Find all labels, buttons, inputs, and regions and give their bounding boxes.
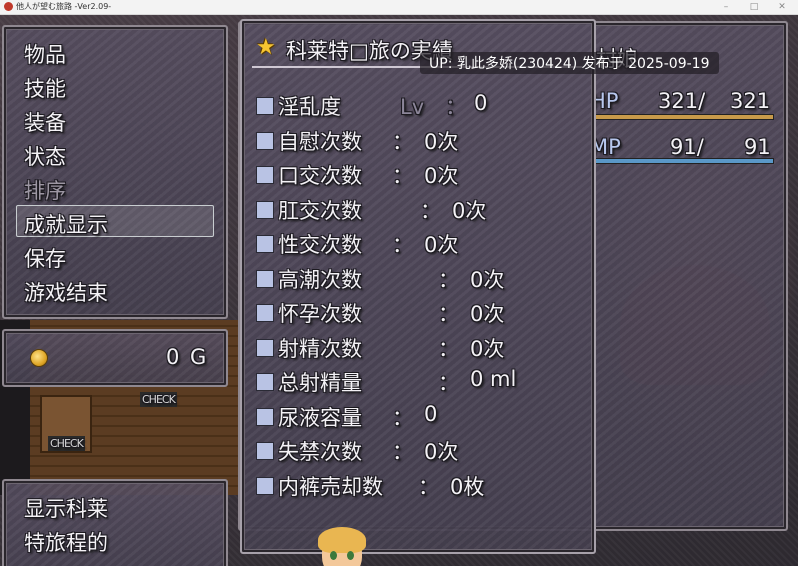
achievement-value: 0枚 [450,474,485,499]
achievement-bullet-icon [256,269,274,288]
achievement-label: 肛交次数 [278,198,362,223]
hp-current: 321/ [658,89,706,113]
achievement-bullet-icon [256,166,274,184]
menu-item-status[interactable]: 状态 [24,141,66,171]
achievement-bullet-icon [256,235,274,253]
mp-current: 91/ [670,135,704,159]
achievement-separator: ： [392,405,413,430]
achievement-label: 怀孕次数 [278,302,362,326]
mp-max: 91 [744,135,771,159]
achievement-label: 内裤売却数 [278,474,383,499]
achievement-bullet-icon [256,407,274,426]
achievement-label: 自慰次数 [278,129,362,154]
achievement-bullet-icon [256,442,274,460]
hp-gauge [592,114,774,120]
achievement-value: 0次 [452,198,487,223]
menu-item-game-end[interactable]: 游戏结束 [24,277,108,307]
achievement-bullet-icon [256,200,274,219]
achievement-label: 淫乱度 [278,95,341,119]
achievement-separator: ： [438,267,459,292]
achievement-value: 0次 [470,336,505,361]
achievements-window: ★ 科莱特□旅の実績 淫乱度 Lv ： 0 自慰次数： 0次 口交次数： 0次 肛交次数： 0次… [240,19,596,554]
gold-unit: G [190,345,207,369]
character-face [318,527,366,566]
achievement-bullet-icon [256,304,274,322]
achievement-separator: ： [438,336,459,361]
menu-item-equip[interactable]: 装备 [24,107,66,137]
achievement-separator: ： [438,302,459,326]
achievement-value: 0次 [424,164,459,188]
help-line: 特旅程的 [24,531,108,555]
achievement-separator: ： [392,129,413,154]
achievement-value: 0次 [424,129,459,154]
map-check-mark: CHECK [48,436,85,451]
achievement-value: 0次 [424,233,459,257]
menu-item-save[interactable]: 保存 [24,243,66,273]
star-icon: ★ [256,35,276,60]
achievement-bullet-icon [256,97,274,115]
window-titlebar: 他人が望む旅路 -Ver2.09- – □ ✕ [0,0,798,15]
menu-item-sort: 排序 [24,179,66,203]
window-title: 他人が望む旅路 -Ver2.09- [16,2,112,11]
achievement-separator: Lv ： [400,95,467,119]
achievement-bullet-icon [256,476,274,495]
menu-item-achievements[interactable]: 成就显示 [24,209,108,239]
achievement-label: 口交次数 [278,164,362,188]
achievement-value: 0 [424,401,438,426]
help-line: 显示科莱 [24,497,108,521]
maximize-button[interactable]: □ [740,0,768,14]
close-button[interactable]: ✕ [768,0,796,14]
help-window: 显示科莱 特旅程的 [2,479,228,566]
achievement-separator: ： [438,371,459,395]
achievement-value: 0次 [424,440,459,464]
achievement-separator: ： [418,474,439,499]
gold-amount: 0 [166,345,180,369]
mp-gauge [592,158,774,164]
achievement-value: 0 ml [470,367,517,391]
menu-item-skills[interactable]: 技能 [24,73,66,103]
achievement-label: 性交次数 [278,233,362,257]
achievement-bullet-icon [256,131,274,150]
achievement-separator: ： [392,164,413,188]
achievement-separator: ： [392,440,413,464]
achievement-separator: ： [420,198,441,223]
achievement-label: 失禁次数 [278,440,362,464]
achievement-value: 0 [474,91,488,115]
achievement-label: 尿液容量 [278,405,362,430]
achievement-bullet-icon [256,373,274,391]
menu-item-items[interactable]: 物品 [24,39,66,69]
app-icon [4,2,13,11]
hp-max: 321 [730,89,771,113]
gold-window: 0 G [2,329,228,387]
achievement-label: 射精次数 [278,336,362,361]
achievement-value: 0次 [470,267,505,292]
achievement-bullet-icon [256,338,274,357]
map-check-mark: CHECK [140,392,177,407]
achievement-value: 0次 [470,302,505,326]
game-screen: CHECK CHECK 物品 技能 装备 状态 排序 成就显示 保存 游戏结束 … [0,15,798,566]
achievement-label: 总射精量 [278,371,362,395]
achievement-separator: ： [392,233,413,257]
main-menu-window: 物品 技能 装备 状态 排序 成就显示 保存 游戏结束 [2,25,228,319]
coin-icon [30,349,48,367]
minimize-button[interactable]: – [712,0,740,14]
achievement-label: 高潮次数 [278,267,362,292]
upload-info-overlay: UP: 乳此多娇(230424) 发布于 2025-09-19 [420,52,719,74]
